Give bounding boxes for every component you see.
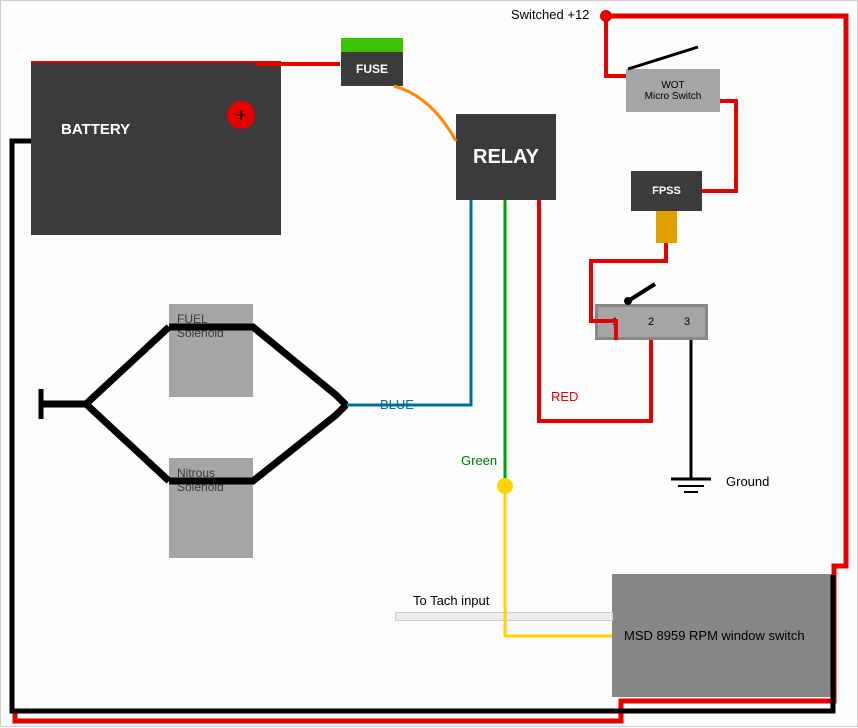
battery: BATTERY: [31, 63, 281, 235]
wire-switched-12-to-wot: [606, 16, 626, 76]
fuse: FUSE: [341, 52, 403, 86]
wire-solenoid-y-left: [86, 327, 169, 481]
switched-12-label: Switched +12: [511, 7, 589, 22]
fuel-solenoid-label-1: FUEL: [177, 312, 208, 326]
battery-positive-terminal: +: [227, 101, 255, 129]
wot-micro-switch: WOT Micro Switch: [626, 69, 720, 112]
toggle-terminal-2: 2: [648, 316, 654, 328]
wiring-diagram: BATTERY + FUSE RELAY FUEL Solenoid Nitro…: [0, 0, 858, 727]
wire-wot-to-fpss: [702, 101, 736, 191]
nitrous-solenoid-label-2: Solenoid: [177, 480, 224, 494]
fuel-solenoid: FUEL Solenoid: [169, 304, 253, 397]
fpss: FPSS: [631, 171, 702, 211]
relay-label: RELAY: [473, 146, 539, 169]
blue-wire-label: BLUE: [380, 397, 414, 412]
battery-terminal-symbol: +: [236, 106, 247, 124]
wot-lever-icon: [628, 47, 698, 69]
switched-12-node: [600, 10, 612, 22]
msd-rpm-window-switch: MSD 8959 RPM window switch: [612, 574, 833, 697]
msd-label: MSD 8959 RPM window switch: [624, 628, 805, 643]
relay: RELAY: [456, 114, 556, 200]
toggle-lever-icon: [628, 284, 655, 301]
wot-label-1: WOT: [661, 80, 684, 91]
toggle-switch: 1 2 3: [595, 304, 708, 340]
toggle-terminal-3: 3: [684, 316, 690, 328]
nitrous-solenoid: Nitrous Solenoid: [169, 458, 253, 558]
fpss-label: FPSS: [652, 185, 681, 197]
green-yellow-node: [497, 478, 513, 494]
wot-label-2: Micro Switch: [645, 91, 702, 102]
tach-input-label: To Tach input: [413, 593, 489, 608]
fuse-label: FUSE: [356, 62, 388, 76]
green-wire-label: Green: [461, 453, 497, 468]
battery-label: BATTERY: [61, 121, 130, 138]
tach-input-connector: [395, 612, 613, 621]
wire-fuse-to-relay: [394, 86, 456, 141]
fuse-cap: [341, 38, 403, 52]
toggle-terminal-1: 1: [612, 316, 618, 328]
fpss-terminal: [656, 211, 677, 243]
wire-relay-blue: [346, 200, 471, 405]
fuel-solenoid-label-2: Solenoid: [177, 326, 224, 340]
ground-label: Ground: [726, 474, 769, 489]
red-wire-label: RED: [551, 389, 578, 404]
nitrous-solenoid-label-1: Nitrous: [177, 466, 215, 480]
